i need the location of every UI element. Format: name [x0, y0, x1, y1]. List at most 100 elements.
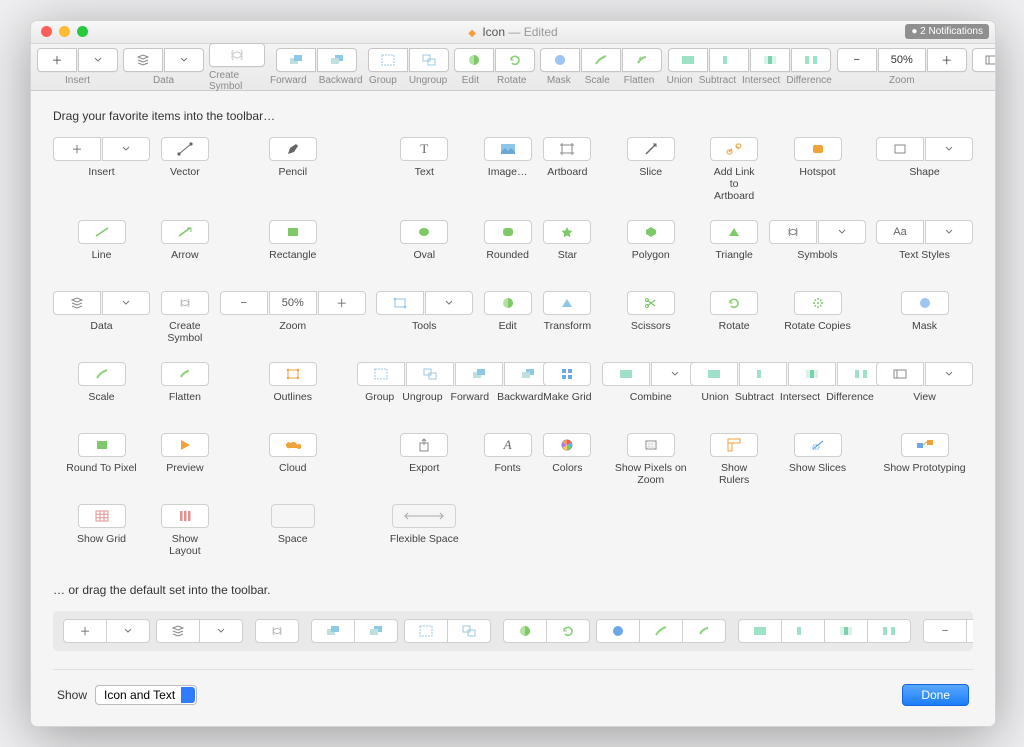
flatten-button[interactable]	[622, 48, 662, 72]
chevron-down-icon	[94, 57, 102, 63]
show-mode-select[interactable]: Icon and Text	[95, 685, 197, 705]
link-icon	[726, 143, 742, 155]
tile-tools[interactable]: Tools	[376, 291, 473, 344]
tile-outlines[interactable]: Outlines	[220, 362, 366, 415]
slice-icon	[644, 142, 658, 156]
cloud-icon	[285, 439, 301, 451]
tile-combine[interactable]: Combine	[602, 362, 699, 415]
instruction-text: Drag your favorite items into the toolba…	[53, 109, 973, 123]
tile-show-slices[interactable]: Show Slices	[769, 433, 866, 486]
forward-button[interactable]	[276, 48, 316, 72]
tile-show-rulers[interactable]: Show Rulers	[709, 433, 759, 486]
ungroup-icon	[423, 368, 437, 380]
toolbar-item-arrange: ForwardBackward	[270, 48, 363, 86]
toolbar-palette: ＋Insert Vector Pencil TText Image… Artbo…	[53, 137, 973, 557]
chevron-down-icon	[180, 57, 188, 63]
tile-rounded[interactable]: Rounded	[483, 220, 533, 273]
tile-rectangle[interactable]: Rectangle	[220, 220, 366, 273]
tile-show-grid[interactable]: Show Grid	[53, 504, 150, 557]
zoom-out-button[interactable]: −	[837, 48, 877, 72]
backward-icon	[329, 54, 345, 66]
tile-add-link[interactable]: Add Link to Artboard	[709, 137, 759, 202]
tile-export[interactable]: Export	[376, 433, 473, 486]
create-symbol-button[interactable]	[209, 43, 265, 67]
data-dropdown[interactable]	[164, 48, 204, 72]
default-toolbar-set[interactable]: ＋ −50%＋ »	[53, 611, 973, 651]
tile-rotate[interactable]: Rotate	[709, 291, 759, 344]
group-button[interactable]	[368, 48, 408, 72]
tile-show-layout[interactable]: Show Layout	[160, 504, 210, 557]
tile-show-pixels[interactable]: Show Pixels on Zoom	[602, 433, 699, 486]
difference-button[interactable]	[791, 48, 831, 72]
tile-vector[interactable]: Vector	[160, 137, 210, 202]
mask-button[interactable]	[540, 48, 580, 72]
tile-round-pixel[interactable]: Round To Pixel	[53, 433, 150, 486]
rotate-icon	[508, 53, 522, 67]
insert-button[interactable]: ＋	[37, 48, 77, 72]
backward-button[interactable]	[317, 48, 357, 72]
tile-slice[interactable]: Slice	[602, 137, 699, 202]
ungroup-button[interactable]	[409, 48, 449, 72]
tile-text[interactable]: TText	[376, 137, 473, 202]
artboard-icon	[560, 143, 574, 155]
subtract-button[interactable]	[709, 48, 749, 72]
tile-star[interactable]: Star	[543, 220, 593, 273]
intersect-button[interactable]	[750, 48, 790, 72]
difference-icon	[804, 54, 818, 66]
view-button[interactable]	[972, 48, 996, 72]
toolbar-item-boolean: UnionSubtractIntersectDifference	[667, 48, 832, 86]
scale-button[interactable]	[581, 48, 621, 72]
tile-shape[interactable]: Shape	[876, 137, 973, 202]
tile-preview[interactable]: Preview	[160, 433, 210, 486]
tile-data[interactable]: Data	[53, 291, 150, 344]
tile-scissors[interactable]: Scissors	[602, 291, 699, 344]
tile-oval[interactable]: Oval	[376, 220, 473, 273]
toolbar-label: Data	[153, 75, 174, 86]
rotate-button[interactable]	[495, 48, 535, 72]
tile-flexible-space[interactable]: Flexible Space	[376, 504, 473, 557]
tile-scale[interactable]: Scale	[53, 362, 150, 415]
toolbar-label: Create Symbol	[209, 70, 265, 92]
tile-flatten[interactable]: Flatten	[160, 362, 210, 415]
tile-zoom[interactable]: −50%＋Zoom	[220, 291, 366, 344]
tile-view[interactable]: View	[876, 362, 973, 415]
tile-arrow[interactable]: Arrow	[160, 220, 210, 273]
tile-group-ungroup[interactable]: GroupUngroupForwardBackward	[376, 362, 533, 415]
tile-triangle[interactable]: Triangle	[709, 220, 759, 273]
tile-transform[interactable]: Transform	[543, 291, 593, 344]
tile-cloud[interactable]: Cloud	[220, 433, 366, 486]
notifications-pill[interactable]: ● 2 Notifications	[905, 24, 989, 39]
tile-artboard[interactable]: Artboard	[543, 137, 593, 202]
tile-edit[interactable]: Edit	[483, 291, 533, 344]
data-button[interactable]	[123, 48, 163, 72]
tile-image[interactable]: Image…	[483, 137, 533, 202]
tile-rotate-copies[interactable]: Rotate Copies	[769, 291, 866, 344]
pixels-icon	[644, 439, 658, 451]
tile-line[interactable]: Line	[53, 220, 150, 273]
tile-make-grid[interactable]: Make Grid	[543, 362, 593, 415]
hotspot-icon	[811, 143, 825, 155]
tile-symbols[interactable]: Symbols	[769, 220, 866, 273]
zoom-in-button[interactable]: ＋	[927, 48, 967, 72]
tile-pencil[interactable]: Pencil	[220, 137, 366, 202]
tile-hotspot[interactable]: Hotspot	[769, 137, 866, 202]
tile-show-prototyping[interactable]: Show Prototyping	[876, 433, 973, 486]
done-button[interactable]: Done	[902, 684, 969, 706]
panel-icon	[985, 55, 996, 65]
fonts-icon: A	[504, 437, 512, 453]
pencil-icon	[286, 142, 300, 156]
tile-polygon[interactable]: Polygon	[602, 220, 699, 273]
toolbar-label: Ungroup	[409, 75, 447, 86]
tile-insert[interactable]: ＋Insert	[53, 137, 150, 202]
tile-boolean-set[interactable]: UnionSubtractIntersectDifference	[709, 362, 866, 415]
insert-dropdown[interactable]	[78, 48, 118, 72]
tile-text-styles[interactable]: AaText Styles	[876, 220, 973, 273]
tile-fonts[interactable]: AFonts	[483, 433, 533, 486]
tile-create-symbol[interactable]: Create Symbol	[160, 291, 210, 344]
tile-mask[interactable]: Mask	[876, 291, 973, 344]
tile-colors[interactable]: Colors	[543, 433, 593, 486]
union-button[interactable]	[668, 48, 708, 72]
edit-button[interactable]	[454, 48, 494, 72]
tile-space[interactable]: Space	[220, 504, 366, 557]
prototyping-icon	[916, 438, 934, 452]
